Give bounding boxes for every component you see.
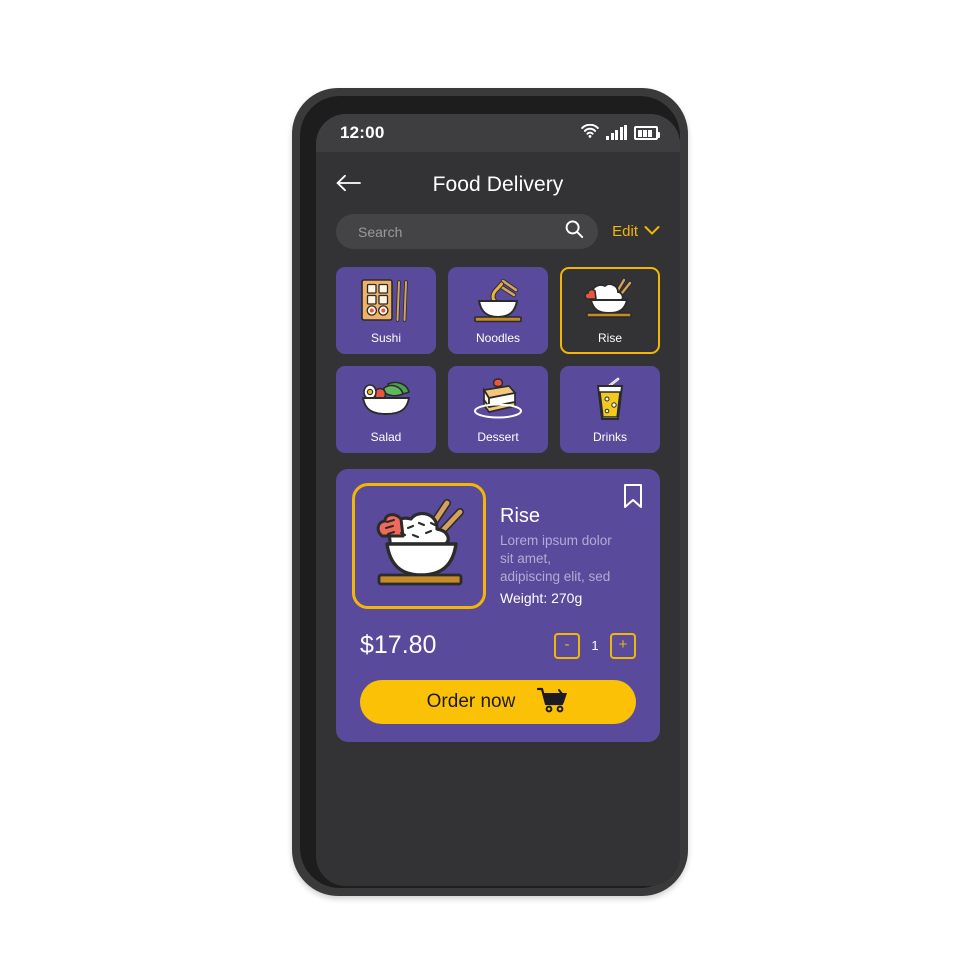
product-card: Rise Lorem ipsum dolor sit amet, adipisc… <box>336 469 660 742</box>
arrow-left-icon <box>336 174 362 197</box>
order-now-button[interactable]: Order now <box>360 680 636 724</box>
product-description: Lorem ipsum dolor sit amet, adipiscing e… <box>500 533 612 584</box>
salad-icon <box>338 368 434 430</box>
quantity-decrement-button[interactable]: - <box>554 632 580 659</box>
dessert-icon <box>450 368 546 430</box>
category-label: Sushi <box>370 331 402 345</box>
rice-icon <box>562 269 658 331</box>
drink-icon <box>562 368 658 430</box>
search-icon[interactable] <box>564 219 584 244</box>
shopping-cart-icon <box>537 687 569 718</box>
phone-frame: 12:00 Food Delivery Search Edit Sushi No… <box>292 88 688 896</box>
quantity-stepper: - 1 + <box>554 632 636 659</box>
status-time: 12:00 <box>340 123 385 142</box>
rice-bowl-icon <box>363 493 475 600</box>
category-grid: Sushi Noodles Rise Salad Dessert Drinks <box>316 249 680 453</box>
bookmark-icon <box>622 484 644 513</box>
order-now-label: Order now <box>426 691 516 712</box>
product-weight: Weight: 270g <box>500 590 583 606</box>
search-box[interactable] <box>336 214 599 249</box>
chevron-down-icon <box>644 223 660 241</box>
quantity-value: 1 <box>591 638 599 653</box>
category-tile-drinks[interactable]: Drinks <box>560 366 660 453</box>
product-purchase-row: $17.80 - 1 + <box>352 609 644 660</box>
page-title: Food Delivery <box>432 173 564 196</box>
category-tile-rise[interactable]: Rise <box>560 267 660 354</box>
search-row: Edit <box>316 206 680 249</box>
category-label: Salad <box>370 430 402 444</box>
category-label: Dessert <box>477 430 519 444</box>
product-top: Rise Lorem ipsum dolor sit amet, adipisc… <box>352 483 644 609</box>
phone-screen: 12:00 Food Delivery Search Edit Sushi No… <box>316 114 680 886</box>
search-input[interactable] <box>358 223 565 240</box>
status-bar: 12:00 <box>316 114 680 152</box>
category-tile-salad[interactable]: Salad <box>336 366 436 453</box>
wifi-icon <box>581 123 599 143</box>
noodles-icon <box>450 269 546 331</box>
category-tile-noodles[interactable]: Noodles <box>448 267 548 354</box>
battery-icon <box>634 126 660 140</box>
edit-dropdown[interactable]: Edit <box>612 223 660 241</box>
product-price: $17.80 <box>360 631 437 659</box>
sushi-icon <box>338 269 434 331</box>
quantity-increment-button[interactable]: + <box>610 632 636 659</box>
category-label: Drinks <box>592 430 627 444</box>
category-label: Rise <box>597 331 622 345</box>
category-tile-sushi[interactable]: Sushi <box>336 267 436 354</box>
bookmark-button[interactable] <box>622 483 644 509</box>
category-tile-dessert[interactable]: Dessert <box>448 366 548 453</box>
edit-label: Edit <box>612 223 638 240</box>
category-label: Noodles <box>475 331 521 345</box>
phone-bezel: 12:00 Food Delivery Search Edit Sushi No… <box>300 96 680 888</box>
signal-icon <box>606 125 627 140</box>
status-icons <box>581 123 660 143</box>
app-header: Food Delivery <box>316 152 680 206</box>
back-button[interactable] <box>336 170 370 200</box>
product-image <box>352 483 486 609</box>
